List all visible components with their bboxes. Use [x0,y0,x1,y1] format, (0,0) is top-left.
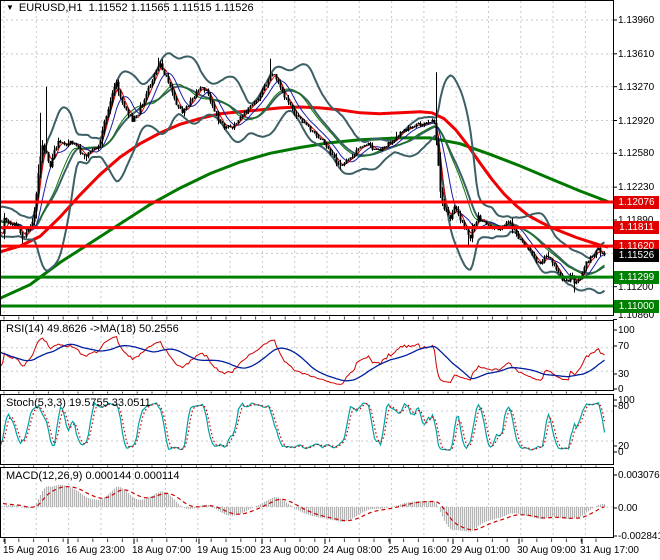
rsi-indicator-label: RSI(14) 49.8626 ->MA(18) 50.2556 [6,323,179,335]
trading-chart-window: 1.13960 1.13610 1.13270 1.12920 1.12580 1.122… [0,0,660,560]
candlesticks [4,57,605,293]
symbol-dropdown-icon[interactable]: ▼ [6,3,14,12]
symbol-period-label: EURUSD,H1 [18,2,83,14]
macd-indicator-label: MACD(12,26,9) 0.000144 0.000114 [6,470,180,482]
main-price-panel [1,1,613,315]
chart-title: ▼ EURUSD,H1 1.11552 1.11565 1.11515 1.115… [6,2,254,14]
macd-histogram [3,484,606,532]
ohlc-values: 1.11552 1.11565 1.11515 1.11526 [88,2,254,14]
stoch-indicator-label: Stoch(5,3,3) 19.5755 33.0511 [6,397,151,409]
